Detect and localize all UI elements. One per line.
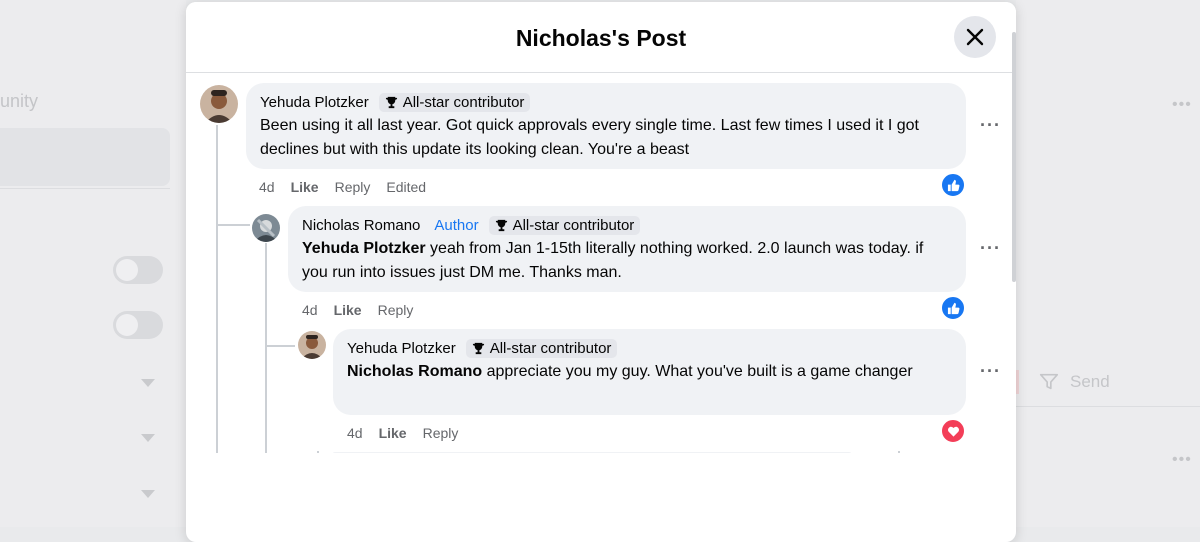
chevron-down-icon <box>141 379 155 387</box>
love-reaction[interactable] <box>940 418 966 444</box>
status-badge: All-star contributor <box>378 92 531 112</box>
reply-button[interactable]: Reply <box>423 425 459 441</box>
comment-actions: 4d Like Reply Edited <box>259 179 426 195</box>
background-left-text: unity <box>0 91 39 111</box>
thread-connector <box>265 345 295 347</box>
comments-list[interactable]: Yehuda Plotzker All-star contributor Bee… <box>186 73 1016 453</box>
more-options-button[interactable]: ··· <box>980 115 1001 136</box>
mention-link[interactable]: Nicholas Romano <box>347 363 482 380</box>
more-icon: ••• <box>1172 96 1192 113</box>
comment-bubble: Yehuda Plotzker All-star contributor Nic… <box>333 329 966 415</box>
comment-timestamp[interactable]: 4d <box>259 179 275 195</box>
like-reaction[interactable] <box>940 295 966 321</box>
comment-actions: 4d Like Reply <box>347 425 458 441</box>
like-reaction[interactable] <box>940 172 966 198</box>
trophy-icon <box>495 219 507 231</box>
comment-bubble: Nicholas Romano Author All-star contribu… <box>288 206 966 292</box>
thumbs-up-icon <box>947 302 959 314</box>
badge-label: All-star contributor <box>489 339 612 357</box>
background-divider <box>0 188 170 189</box>
mention-link[interactable]: Yehuda Plotzker <box>302 240 426 257</box>
chevron-down-icon <box>141 490 155 498</box>
badge-label: All-star contributor <box>402 93 525 111</box>
badge-label: All-star contributor <box>512 216 635 234</box>
background-accent <box>1016 370 1019 394</box>
send-icon <box>1039 373 1059 390</box>
modal-scrollbar[interactable] <box>1012 32 1016 282</box>
author-tag: Author <box>434 216 479 234</box>
comment-text: Been using it all last year. Got quick a… <box>260 117 919 158</box>
edited-label: Edited <box>386 179 427 195</box>
heart-icon <box>947 426 959 437</box>
comment-body: appreciate you my guy. What you've built… <box>482 363 913 380</box>
background-send-button: Send <box>1038 371 1110 393</box>
like-button[interactable]: Like <box>379 425 407 441</box>
background-toggle <box>113 311 163 339</box>
comment-author[interactable]: Yehuda Plotzker <box>260 94 369 111</box>
next-comment-bubble <box>332 452 852 453</box>
more-options-button[interactable]: ··· <box>980 238 1001 259</box>
trophy-icon <box>472 342 484 354</box>
more-options-button[interactable]: ··· <box>980 361 1001 382</box>
reply-button[interactable]: Reply <box>335 179 371 195</box>
comment-author[interactable]: Yehuda Plotzker <box>347 340 456 357</box>
comment-author[interactable]: Nicholas Romano <box>302 217 420 234</box>
more-icon: ••• <box>1172 451 1192 468</box>
avatar[interactable] <box>252 214 280 242</box>
reply-button[interactable]: Reply <box>378 302 414 318</box>
modal-header: Nicholas's Post <box>186 2 1016 73</box>
comment-text: Nicholas Romano appreciate you my guy. W… <box>347 360 952 384</box>
avatar[interactable] <box>200 85 238 123</box>
avatar[interactable] <box>298 331 326 359</box>
close-button[interactable] <box>954 16 996 58</box>
modal-title: Nicholas's Post <box>515 24 687 51</box>
comment-bubble: Yehuda Plotzker All-star contributor Bee… <box>246 83 966 169</box>
like-button[interactable]: Like <box>334 302 362 318</box>
comment-actions: 4d Like Reply <box>302 302 413 318</box>
post-modal: Nicholas's Post Yehuda Plotzker All-star… <box>186 2 1016 542</box>
background-toggle <box>113 256 163 284</box>
background-selected-row <box>0 128 170 186</box>
thread-line <box>265 243 267 453</box>
thumbs-up-icon <box>947 179 959 191</box>
comment-timestamp[interactable]: 4d <box>302 302 318 318</box>
like-button[interactable]: Like <box>291 179 319 195</box>
thread-connector <box>216 224 250 226</box>
background-left-panel: unity <box>0 0 186 527</box>
background-right-panel: ••• Send ••• <box>1016 0 1200 527</box>
background-send-label: Send <box>1070 372 1110 391</box>
close-icon <box>966 28 984 46</box>
status-badge: All-star contributor <box>488 215 641 235</box>
thread-line <box>216 125 218 453</box>
comment-text: Yehuda Plotzker yeah from Jan 1-15th lit… <box>302 237 952 285</box>
thread-line <box>898 451 900 453</box>
thread-line <box>317 451 319 453</box>
background-divider <box>1016 406 1200 407</box>
status-badge: All-star contributor <box>465 338 618 358</box>
comment-timestamp[interactable]: 4d <box>347 425 363 441</box>
trophy-icon <box>385 96 397 108</box>
chevron-down-icon <box>141 434 155 442</box>
